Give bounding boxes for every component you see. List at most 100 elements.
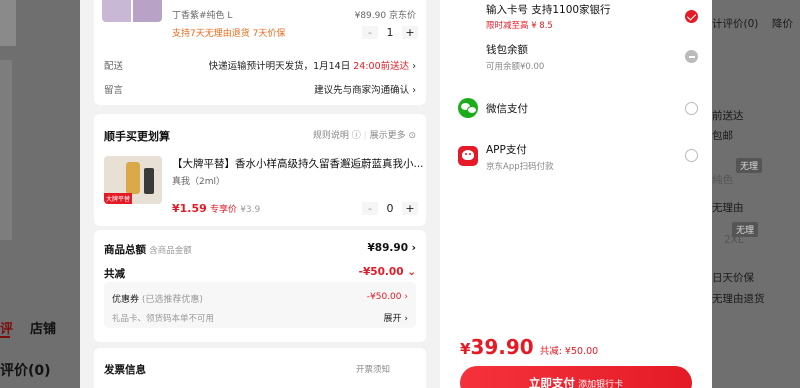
radio-icon[interactable] xyxy=(685,149,698,162)
total-price: 39.90 xyxy=(470,335,534,359)
order-details-panel: 丁香紫#纯色 L ¥89.90 京东价 支持7天无理由退货 7天价保 - 1 +… xyxy=(80,0,440,388)
addon-product-title[interactable]: 【大牌平替】香水小样高级持久留香邂逅蔚蓝真我小... xyxy=(172,156,424,171)
note-label: 留言 xyxy=(104,85,124,96)
product-card: 丁香紫#纯色 L ¥89.90 京东价 支持7天无理由退货 7天价保 - 1 +… xyxy=(94,0,426,105)
addon-product-variant[interactable]: 真我（2ml） xyxy=(172,174,225,187)
background-left: 评 店铺 评价(0) xyxy=(0,0,80,388)
currency-symbol: ¥ xyxy=(460,340,471,358)
addon-image-tag: 大牌平替 xyxy=(104,193,133,204)
chevron-right-icon: › xyxy=(404,314,408,324)
addon-price: ¥1.59 xyxy=(172,202,207,215)
chevron-right-icon: › xyxy=(404,292,408,302)
radio-checked-icon[interactable] xyxy=(685,10,698,23)
quantity-value[interactable]: 1 xyxy=(378,26,402,39)
coupon-label: 优惠券 xyxy=(112,295,140,305)
show-more-link[interactable]: 展示更多 xyxy=(370,131,406,141)
wechat-option-title: 微信支付 xyxy=(486,103,528,115)
coupon-note: (已选推荐优惠) xyxy=(141,295,203,305)
price-summary-card: 商品总额 含商品金额 ¥89.90 › 共减 -¥50.00 ⌄ 优惠券 (已选… xyxy=(94,230,426,342)
invoice-card: 发票信息 开票须知 xyxy=(94,348,426,388)
wallet-option-title: 钱包余额 xyxy=(486,44,528,56)
payment-panel: 输入卡号 支持1100家银行 限时减至高 ¥ 8.5 钱包余额 可用余额¥0.0… xyxy=(440,0,712,388)
product-price-source: 京东价 xyxy=(388,11,416,21)
expand-link[interactable]: 展开 › xyxy=(384,311,409,324)
background-text: 日天价保 xyxy=(712,272,754,284)
app-option-title: APP支付 xyxy=(486,144,527,156)
payment-option-app[interactable]: APP支付 京东App扫码付款 xyxy=(458,142,698,174)
note-row[interactable]: 建议先与商家沟通确认 › xyxy=(314,82,416,96)
addon-card: 顺手买更划算 规则说明 ⓘ | 展示更多 ⊙ 大牌平替 【大牌平替】香水小样高级… xyxy=(94,114,426,226)
background-text: 降价 xyxy=(772,18,793,30)
background-image xyxy=(0,60,12,240)
total-amount[interactable]: ¥89.90 › xyxy=(367,242,416,254)
increase-button[interactable]: + xyxy=(402,201,418,215)
invoice-title: 发票信息 xyxy=(104,364,146,376)
quantity-value[interactable]: 0 xyxy=(378,202,402,215)
increase-button[interactable]: + xyxy=(402,25,418,39)
info-icon[interactable]: ⓘ xyxy=(352,131,361,141)
delivery-row[interactable]: 快递运输预计明天发货，1月14日 24:00前送达 › xyxy=(209,58,416,72)
background-tab: 评 xyxy=(0,322,14,337)
background-text: 无理由退货 xyxy=(712,293,765,305)
total-label-line: 商品总额 含商品金额 xyxy=(104,242,192,257)
coupon-value: -¥50.00 xyxy=(366,292,402,302)
addon-product-image[interactable]: 大牌平替 xyxy=(104,156,162,204)
background-text: 2XL xyxy=(724,234,744,246)
product-price: ¥89.90 xyxy=(354,11,387,21)
background-image xyxy=(0,0,16,46)
background-text: 无理由 xyxy=(712,202,744,214)
discount-value: -¥50.00 xyxy=(358,266,404,278)
coupon-amount[interactable]: -¥50.00 › xyxy=(367,292,408,302)
pay-now-button[interactable]: 立即支付 添加银行卡 xyxy=(460,366,692,388)
app-option-sub: 京东App扫码付款 xyxy=(486,162,554,172)
addon-original-price: ¥3.9 xyxy=(240,205,261,215)
decrease-button[interactable]: - xyxy=(362,25,378,39)
product-price-line: ¥89.90 京东价 xyxy=(355,8,416,21)
pay-button-label: 立即支付 xyxy=(528,376,575,388)
background-rating: 评价(0) xyxy=(0,363,51,379)
chevron-right-icon: › xyxy=(412,85,416,96)
background-text: 包邮 xyxy=(712,130,733,142)
expand-label: 展开 xyxy=(383,314,402,324)
chevron-circle-icon[interactable]: ⊙ xyxy=(408,131,416,141)
coupon-label-line: 优惠券 (已选推荐优惠) xyxy=(112,292,203,305)
total-note: 含商品金额 xyxy=(149,246,192,256)
rules-link[interactable]: 规则说明 xyxy=(313,131,349,141)
addon-price-tag: 专享价 xyxy=(209,205,237,215)
discount-label: 共减 xyxy=(104,268,125,280)
addon-quantity-stepper: - 0 + xyxy=(362,200,418,216)
payment-option-wechat[interactable]: 微信支付 xyxy=(458,98,698,122)
background-right: 计评价(0) 降价 前送达 包邮 无理 纯色 无理由 无理 2XL 日天价保 无… xyxy=(712,0,800,388)
pay-button-sub: 添加银行卡 xyxy=(578,380,624,388)
background-tabs: 评 店铺 xyxy=(0,314,80,338)
product-quantity-stepper: - 1 + xyxy=(362,24,418,40)
total-label: 商品总额 xyxy=(104,244,146,256)
product-service: 支持7天无理由退货 7天价保 xyxy=(172,29,286,39)
chevron-right-icon: › xyxy=(411,242,416,254)
addon-title: 顺手买更划算 xyxy=(104,130,170,143)
addon-links: 规则说明 ⓘ | 展示更多 ⊙ xyxy=(312,131,416,141)
product-image[interactable] xyxy=(102,0,162,22)
radio-disabled-icon xyxy=(685,50,698,63)
background-text: 计评价(0) xyxy=(712,18,759,30)
jd-app-icon xyxy=(458,146,478,166)
discount-amount[interactable]: -¥50.00 ⌄ xyxy=(359,266,416,278)
background-text: 前送达 xyxy=(712,110,744,122)
background-text: 纯色 xyxy=(712,174,733,186)
note-value: 建议先与商家沟通确认 xyxy=(314,85,410,96)
decrease-button[interactable]: - xyxy=(362,201,378,215)
wallet-balance: 可用余额¥0.00 xyxy=(486,62,545,72)
invoice-note-link[interactable]: 开票须知 xyxy=(356,363,390,375)
card-option-title: 输入卡号 支持1100家银行 xyxy=(486,4,611,16)
gift-card-note: 礼品卡、领货码本单不可用 xyxy=(112,314,215,324)
card-option-promo: 限时减至高 ¥ 8.5 xyxy=(486,21,553,31)
chevron-right-icon: › xyxy=(412,61,416,72)
radio-icon[interactable] xyxy=(685,102,698,115)
background-tab: 店铺 xyxy=(30,322,57,337)
chevron-down-icon: ⌄ xyxy=(407,266,416,278)
product-spec: 丁香紫#纯色 L xyxy=(172,11,233,21)
payment-option-wallet[interactable]: 钱包余额 可用余额¥0.00 xyxy=(458,42,698,74)
total-saved: 共减: ¥50.00 xyxy=(539,346,599,357)
payment-option-card[interactable]: 输入卡号 支持1100家银行 限时减至高 ¥ 8.5 xyxy=(458,2,698,34)
order-total: ¥ 39.90 共减: ¥50.00 xyxy=(460,335,598,359)
